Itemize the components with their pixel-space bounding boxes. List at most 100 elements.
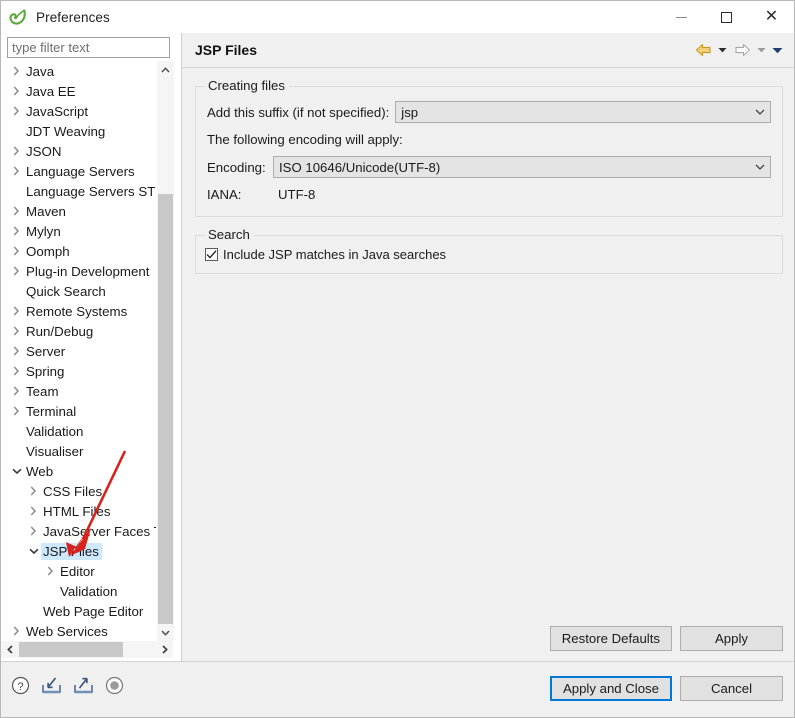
chevron-right-icon[interactable] xyxy=(9,406,24,416)
scroll-right-button[interactable] xyxy=(156,641,173,658)
tree-item[interactable]: Oomph xyxy=(1,241,156,261)
minimize-button[interactable] xyxy=(659,1,704,33)
tree-item[interactable]: Team xyxy=(1,381,156,401)
tree-item[interactable]: Remote Systems xyxy=(1,301,156,321)
chevron-right-icon[interactable] xyxy=(26,526,41,536)
chevron-right-icon[interactable] xyxy=(9,226,24,236)
chevron-down-icon[interactable] xyxy=(26,548,41,555)
tree-item[interactable]: JSP Files xyxy=(1,541,156,561)
suffix-combo[interactable]: jsp xyxy=(395,101,771,123)
cancel-button[interactable]: Cancel xyxy=(680,676,783,701)
encoding-label: Encoding: xyxy=(207,159,266,175)
view-menu-button[interactable] xyxy=(771,39,784,61)
scroll-left-button[interactable] xyxy=(1,641,18,658)
tree-item[interactable]: JDT Weaving xyxy=(1,121,156,141)
tree-item[interactable]: JSON xyxy=(1,141,156,161)
chevron-right-icon[interactable] xyxy=(9,366,24,376)
chevron-right-icon[interactable] xyxy=(9,306,24,316)
back-arrow-icon xyxy=(695,43,711,57)
tree-item[interactable]: Java EE xyxy=(1,81,156,101)
tree-horizontal-scrollbar[interactable] xyxy=(1,641,173,658)
tree-item[interactable]: JavaScript xyxy=(1,101,156,121)
scroll-down-button[interactable] xyxy=(157,624,174,641)
tree-item[interactable]: Validation xyxy=(1,421,156,441)
footer-buttons: Apply and Close Cancel xyxy=(549,676,783,701)
forward-button[interactable] xyxy=(732,39,752,61)
import-icon[interactable] xyxy=(41,676,62,698)
tree-item[interactable]: Web Page Editor xyxy=(1,601,156,621)
tree-item[interactable]: Terminal xyxy=(1,401,156,421)
chevron-right-icon[interactable] xyxy=(9,326,24,336)
record-icon[interactable] xyxy=(105,676,124,698)
tree-item[interactable]: Visualiser xyxy=(1,441,156,461)
tree-item-label: JSON xyxy=(26,143,62,159)
tree-item[interactable]: Java xyxy=(1,61,156,81)
preference-tree[interactable]: Java Java EE JavaScript JDT Weaving JSON Lang… xyxy=(1,61,156,641)
tree-item[interactable]: CSS Files xyxy=(1,481,156,501)
tree-item[interactable]: Maven xyxy=(1,201,156,221)
back-history-button[interactable] xyxy=(716,39,729,61)
chevron-right-icon[interactable] xyxy=(26,506,41,516)
search-input[interactable] xyxy=(12,40,169,55)
chevron-right-icon[interactable] xyxy=(9,206,24,216)
chevron-right-icon[interactable] xyxy=(9,86,24,96)
filter-box[interactable] xyxy=(7,37,170,58)
tree-item-label: JavaServer Faces Tools xyxy=(43,523,156,539)
close-button[interactable]: ✕ xyxy=(749,1,794,33)
suffix-row: Add this suffix (if not specified): jsp xyxy=(207,101,771,123)
tree-item[interactable]: Web Services xyxy=(1,621,156,641)
chevron-down-icon[interactable] xyxy=(9,468,24,475)
tree-item[interactable]: Language Servers STS xyxy=(1,181,156,201)
svg-text:?: ? xyxy=(17,681,23,693)
restore-defaults-button[interactable]: Restore Defaults xyxy=(549,626,672,651)
chevron-right-icon[interactable] xyxy=(9,146,24,156)
chevron-right-icon[interactable] xyxy=(9,246,24,256)
scroll-up-button[interactable] xyxy=(157,61,174,78)
tree-item-label: Server xyxy=(26,343,66,359)
tree-item[interactable]: Validation xyxy=(1,581,156,601)
maximize-button[interactable] xyxy=(704,1,749,33)
tree-item[interactable]: Server xyxy=(1,341,156,361)
tree-item-label: JSP Files xyxy=(41,542,102,560)
chevron-right-icon[interactable] xyxy=(9,346,24,356)
back-button[interactable] xyxy=(693,39,713,61)
tree-item-label: Visualiser xyxy=(26,443,84,459)
chevron-right-icon[interactable] xyxy=(9,626,24,636)
forward-history-button[interactable] xyxy=(755,39,768,61)
chevron-right-icon[interactable] xyxy=(9,166,24,176)
include-jsp-matches-checkbox[interactable] xyxy=(205,248,218,261)
tree-item[interactable]: Spring xyxy=(1,361,156,381)
chevron-right-icon[interactable] xyxy=(9,106,24,116)
tree-vertical-scrollbar[interactable] xyxy=(156,61,174,641)
chevron-right-icon[interactable] xyxy=(9,266,24,276)
tree-item[interactable]: Editor xyxy=(1,561,156,581)
chevron-right-icon[interactable] xyxy=(43,566,58,576)
tree-item-label: Java xyxy=(26,63,55,79)
forward-arrow-icon xyxy=(734,43,750,57)
tree-item[interactable]: Run/Debug xyxy=(1,321,156,341)
tree-item[interactable]: Plug-in Development xyxy=(1,261,156,281)
include-jsp-matches-label: Include JSP matches in Java searches xyxy=(223,247,447,262)
export-icon[interactable] xyxy=(73,676,94,698)
tree-item[interactable]: Quick Search xyxy=(1,281,156,301)
caret-down-icon xyxy=(718,48,727,53)
tree-hscroll-thumb[interactable] xyxy=(19,642,123,657)
include-jsp-matches-row[interactable]: Include JSP matches in Java searches xyxy=(205,247,771,262)
tree-item-label: Web Page Editor xyxy=(43,603,144,619)
chevron-right-icon[interactable] xyxy=(26,486,41,496)
tree-item[interactable]: Web xyxy=(1,461,156,481)
apply-button[interactable]: Apply xyxy=(680,626,783,651)
tree-item[interactable]: JavaServer Faces Tools xyxy=(1,521,156,541)
encoding-value: ISO 10646/Unicode(UTF-8) xyxy=(279,159,441,175)
tree-item[interactable]: HTML Files xyxy=(1,501,156,521)
tree-item[interactable]: Language Servers xyxy=(1,161,156,181)
tree-item-label: Web xyxy=(26,463,54,479)
help-icon[interactable]: ? xyxy=(11,676,30,698)
chevron-right-icon[interactable] xyxy=(9,386,24,396)
encoding-combo[interactable]: ISO 10646/Unicode(UTF-8) xyxy=(273,156,771,178)
tree-scroll-thumb[interactable] xyxy=(158,194,173,624)
tree-item-label: Mylyn xyxy=(26,223,61,239)
apply-and-close-button[interactable]: Apply and Close xyxy=(549,676,672,701)
chevron-right-icon[interactable] xyxy=(9,66,24,76)
tree-item[interactable]: Mylyn xyxy=(1,221,156,241)
